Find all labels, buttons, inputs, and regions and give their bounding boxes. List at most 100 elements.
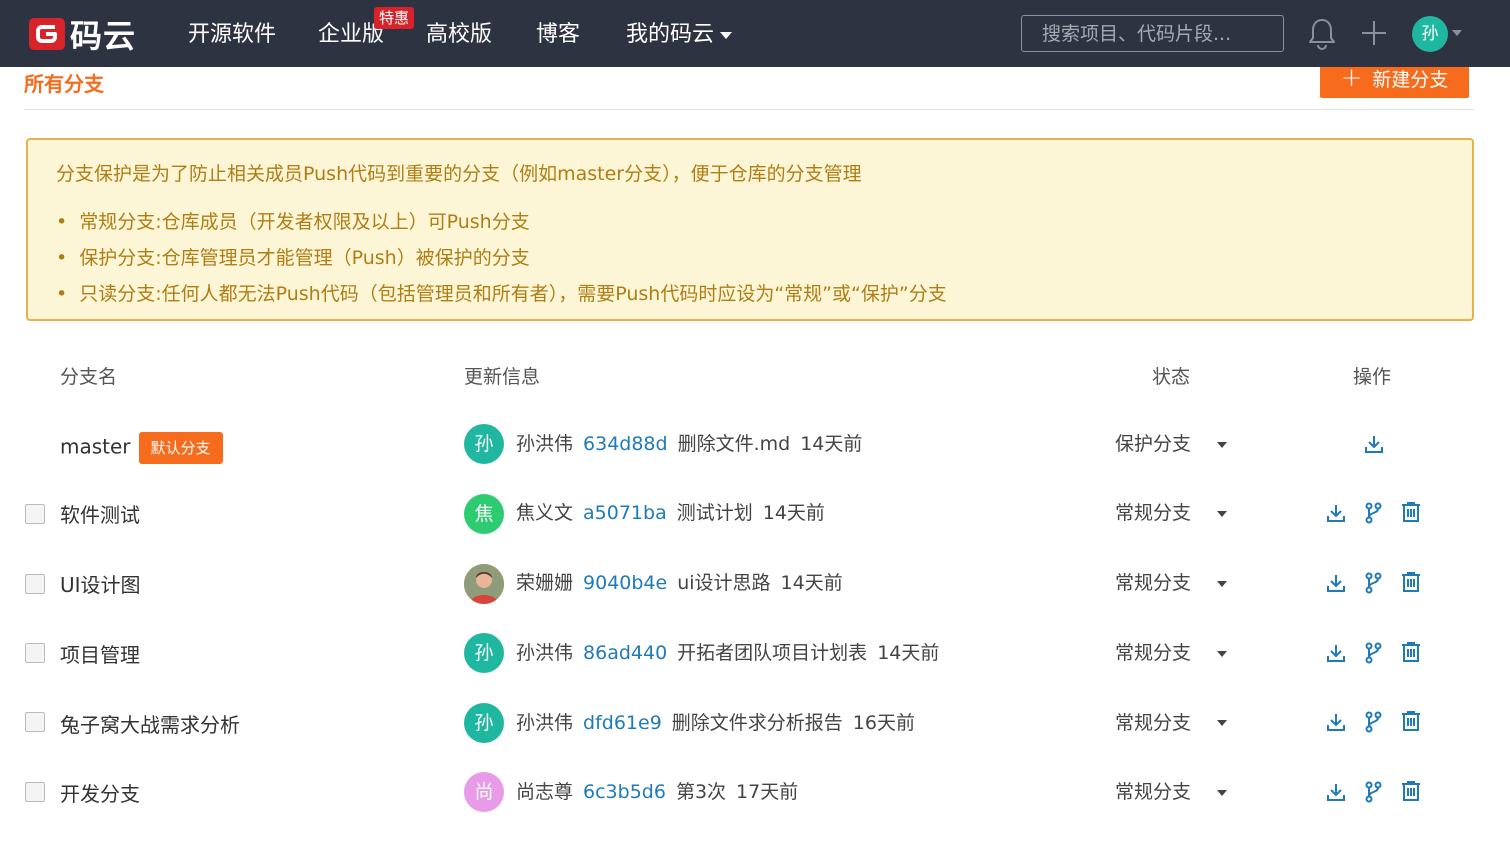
author-avatar[interactable]: 孙 (464, 424, 504, 464)
commit-author[interactable]: 荣姗姗 (516, 572, 573, 594)
branch-icon[interactable] (1361, 710, 1385, 734)
table-row-master: master 默认分支 孙 孙洪伟 634d88d 删除文件.md 14天前 保护分支 (0, 408, 1510, 478)
commit-hash[interactable]: 9040b4e (583, 572, 667, 594)
chevron-down-icon[interactable] (1217, 790, 1227, 796)
commit-author[interactable]: 孙洪伟 (516, 712, 573, 734)
search-input[interactable] (1021, 15, 1284, 52)
nav-open-source[interactable]: 开源软件 (188, 20, 276, 50)
branch-status[interactable]: 常规分支 (1115, 639, 1191, 667)
author-avatar[interactable]: 尚 (464, 772, 504, 812)
hot-badge: 特惠 (374, 7, 415, 29)
branch-status[interactable]: 保护分支 (1115, 430, 1191, 458)
branch-icon[interactable] (1361, 641, 1385, 665)
chevron-down-icon[interactable] (1217, 651, 1227, 657)
delete-icon[interactable] (1399, 709, 1423, 733)
commit-author[interactable]: 孙洪伟 (516, 642, 573, 664)
nav-blog[interactable]: 博客 (536, 20, 580, 50)
branch-name[interactable]: 兔子窝大战需求分析 (60, 711, 240, 739)
nav-my-gitee[interactable]: 我的码云 (626, 20, 733, 50)
branch-status[interactable]: 常规分支 (1115, 709, 1191, 737)
notice-intro: 分支保护是为了防止相关成员Push代码到重要的分支（例如master分支），便于… (56, 163, 862, 185)
commit-info: 孙洪伟 dfd61e9 删除文件求分析报告 16天前 (516, 709, 915, 737)
row-checkbox[interactable] (25, 574, 45, 594)
commit-message: 删除文件.md (677, 433, 791, 455)
row-checkbox[interactable] (25, 782, 45, 802)
branch-status[interactable]: 常规分支 (1115, 569, 1191, 597)
row-checkbox[interactable] (25, 712, 45, 732)
author-avatar-photo[interactable] (464, 564, 504, 604)
branch-name[interactable]: UI设计图 (60, 571, 141, 599)
commit-time: 14天前 (877, 642, 940, 664)
commit-message: 测试计划 (676, 502, 753, 524)
commit-message: 删除文件求分析报告 (671, 712, 843, 734)
user-avatar[interactable]: 孙 (1412, 16, 1448, 52)
commit-time: 16天前 (852, 712, 915, 734)
commit-hash[interactable]: dfd61e9 (583, 712, 662, 734)
chevron-down-icon[interactable] (1217, 581, 1227, 587)
top-navbar: 码云 开源软件 企业版 特惠 高校版 博客 我的码云 孙 (0, 0, 1510, 67)
nav-my-gitee-label: 我的码云 (626, 22, 715, 47)
notice-item: 常规分支:仓库成员（开发者权限及以上）可Push分支 (56, 204, 947, 240)
commit-hash[interactable]: a5071ba (583, 502, 667, 524)
header-status: 状态 (1152, 366, 1191, 388)
commit-hash[interactable]: 86ad440 (583, 642, 667, 664)
commit-author[interactable]: 孙洪伟 (516, 433, 573, 455)
branch-icon[interactable] (1361, 780, 1385, 804)
notice-item: 保护分支:仓库管理员才能管理（Push）被保护的分支 (56, 240, 947, 276)
branch-icon[interactable] (1361, 501, 1385, 525)
branch-name-text: master (60, 434, 131, 459)
plus-icon: + (1340, 63, 1363, 93)
download-icon[interactable] (1324, 780, 1348, 804)
commit-info: 焦义文 a5071ba 测试计划 14天前 (516, 499, 825, 527)
chevron-down-icon[interactable] (1452, 30, 1462, 36)
branch-name[interactable]: 软件测试 (60, 501, 140, 529)
branch-status[interactable]: 常规分支 (1115, 778, 1191, 806)
download-icon[interactable] (1324, 501, 1348, 525)
commit-message: ui设计思路 (677, 572, 771, 594)
logo-text: 码云 (70, 17, 137, 55)
branch-status[interactable]: 常规分支 (1115, 499, 1191, 527)
section-title: 所有分支 (24, 72, 104, 96)
gitee-logo-icon (29, 18, 65, 50)
download-icon[interactable] (1324, 571, 1348, 595)
new-branch-label: 新建分支 (1372, 68, 1449, 91)
row-checkbox[interactable] (25, 643, 45, 663)
download-icon[interactable] (1324, 641, 1348, 665)
commit-time: 14天前 (780, 572, 843, 594)
default-branch-badge: 默认分支 (138, 432, 223, 464)
plus-icon[interactable] (1358, 16, 1390, 50)
chevron-down-icon[interactable] (1217, 720, 1227, 726)
notice-list: 常规分支:仓库成员（开发者权限及以上）可Push分支 保护分支:仓库管理员才能管… (56, 204, 947, 312)
branch-name[interactable]: 项目管理 (60, 641, 140, 669)
commit-hash[interactable]: 6c3b5d6 (583, 781, 666, 803)
header-branch-name: 分支名 (60, 366, 118, 388)
author-avatar[interactable]: 孙 (464, 703, 504, 743)
commit-info: 孙洪伟 634d88d 删除文件.md 14天前 (516, 430, 862, 458)
nav-education[interactable]: 高校版 (426, 20, 492, 50)
bell-icon[interactable] (1306, 16, 1338, 50)
chevron-down-icon[interactable] (1217, 442, 1227, 448)
author-avatar[interactable]: 焦 (464, 494, 504, 534)
logo[interactable]: 码云 (28, 14, 137, 55)
header-actions: 操作 (1353, 366, 1392, 388)
delete-icon[interactable] (1399, 500, 1423, 524)
author-avatar[interactable]: 孙 (464, 633, 504, 673)
commit-author[interactable]: 焦义文 (516, 502, 573, 524)
branch-protection-notice: 分支保护是为了防止相关成员Push代码到重要的分支（例如master分支），便于… (26, 138, 1474, 321)
delete-icon[interactable] (1399, 640, 1423, 664)
commit-time: 14天前 (762, 502, 825, 524)
download-icon[interactable] (1324, 710, 1348, 734)
row-checkbox[interactable] (25, 504, 45, 524)
branch-name[interactable]: master 默认分支 (60, 432, 223, 464)
chevron-down-icon[interactable] (1217, 511, 1227, 517)
header-update-info: 更新信息 (464, 366, 541, 388)
branch-icon[interactable] (1361, 571, 1385, 595)
download-icon[interactable] (1362, 432, 1386, 456)
table-row: 项目管理 孙 孙洪伟 86ad440 开拓者团队项目计划表 14天前 常规分支 (0, 619, 1510, 689)
delete-icon[interactable] (1399, 779, 1423, 803)
commit-hash[interactable]: 634d88d (583, 433, 668, 455)
commit-author[interactable]: 尚志尊 (516, 781, 573, 803)
branch-name[interactable]: 开发分支 (60, 780, 140, 808)
delete-icon[interactable] (1399, 570, 1423, 594)
commit-info: 荣姗姗 9040b4e ui设计思路 14天前 (516, 569, 843, 597)
